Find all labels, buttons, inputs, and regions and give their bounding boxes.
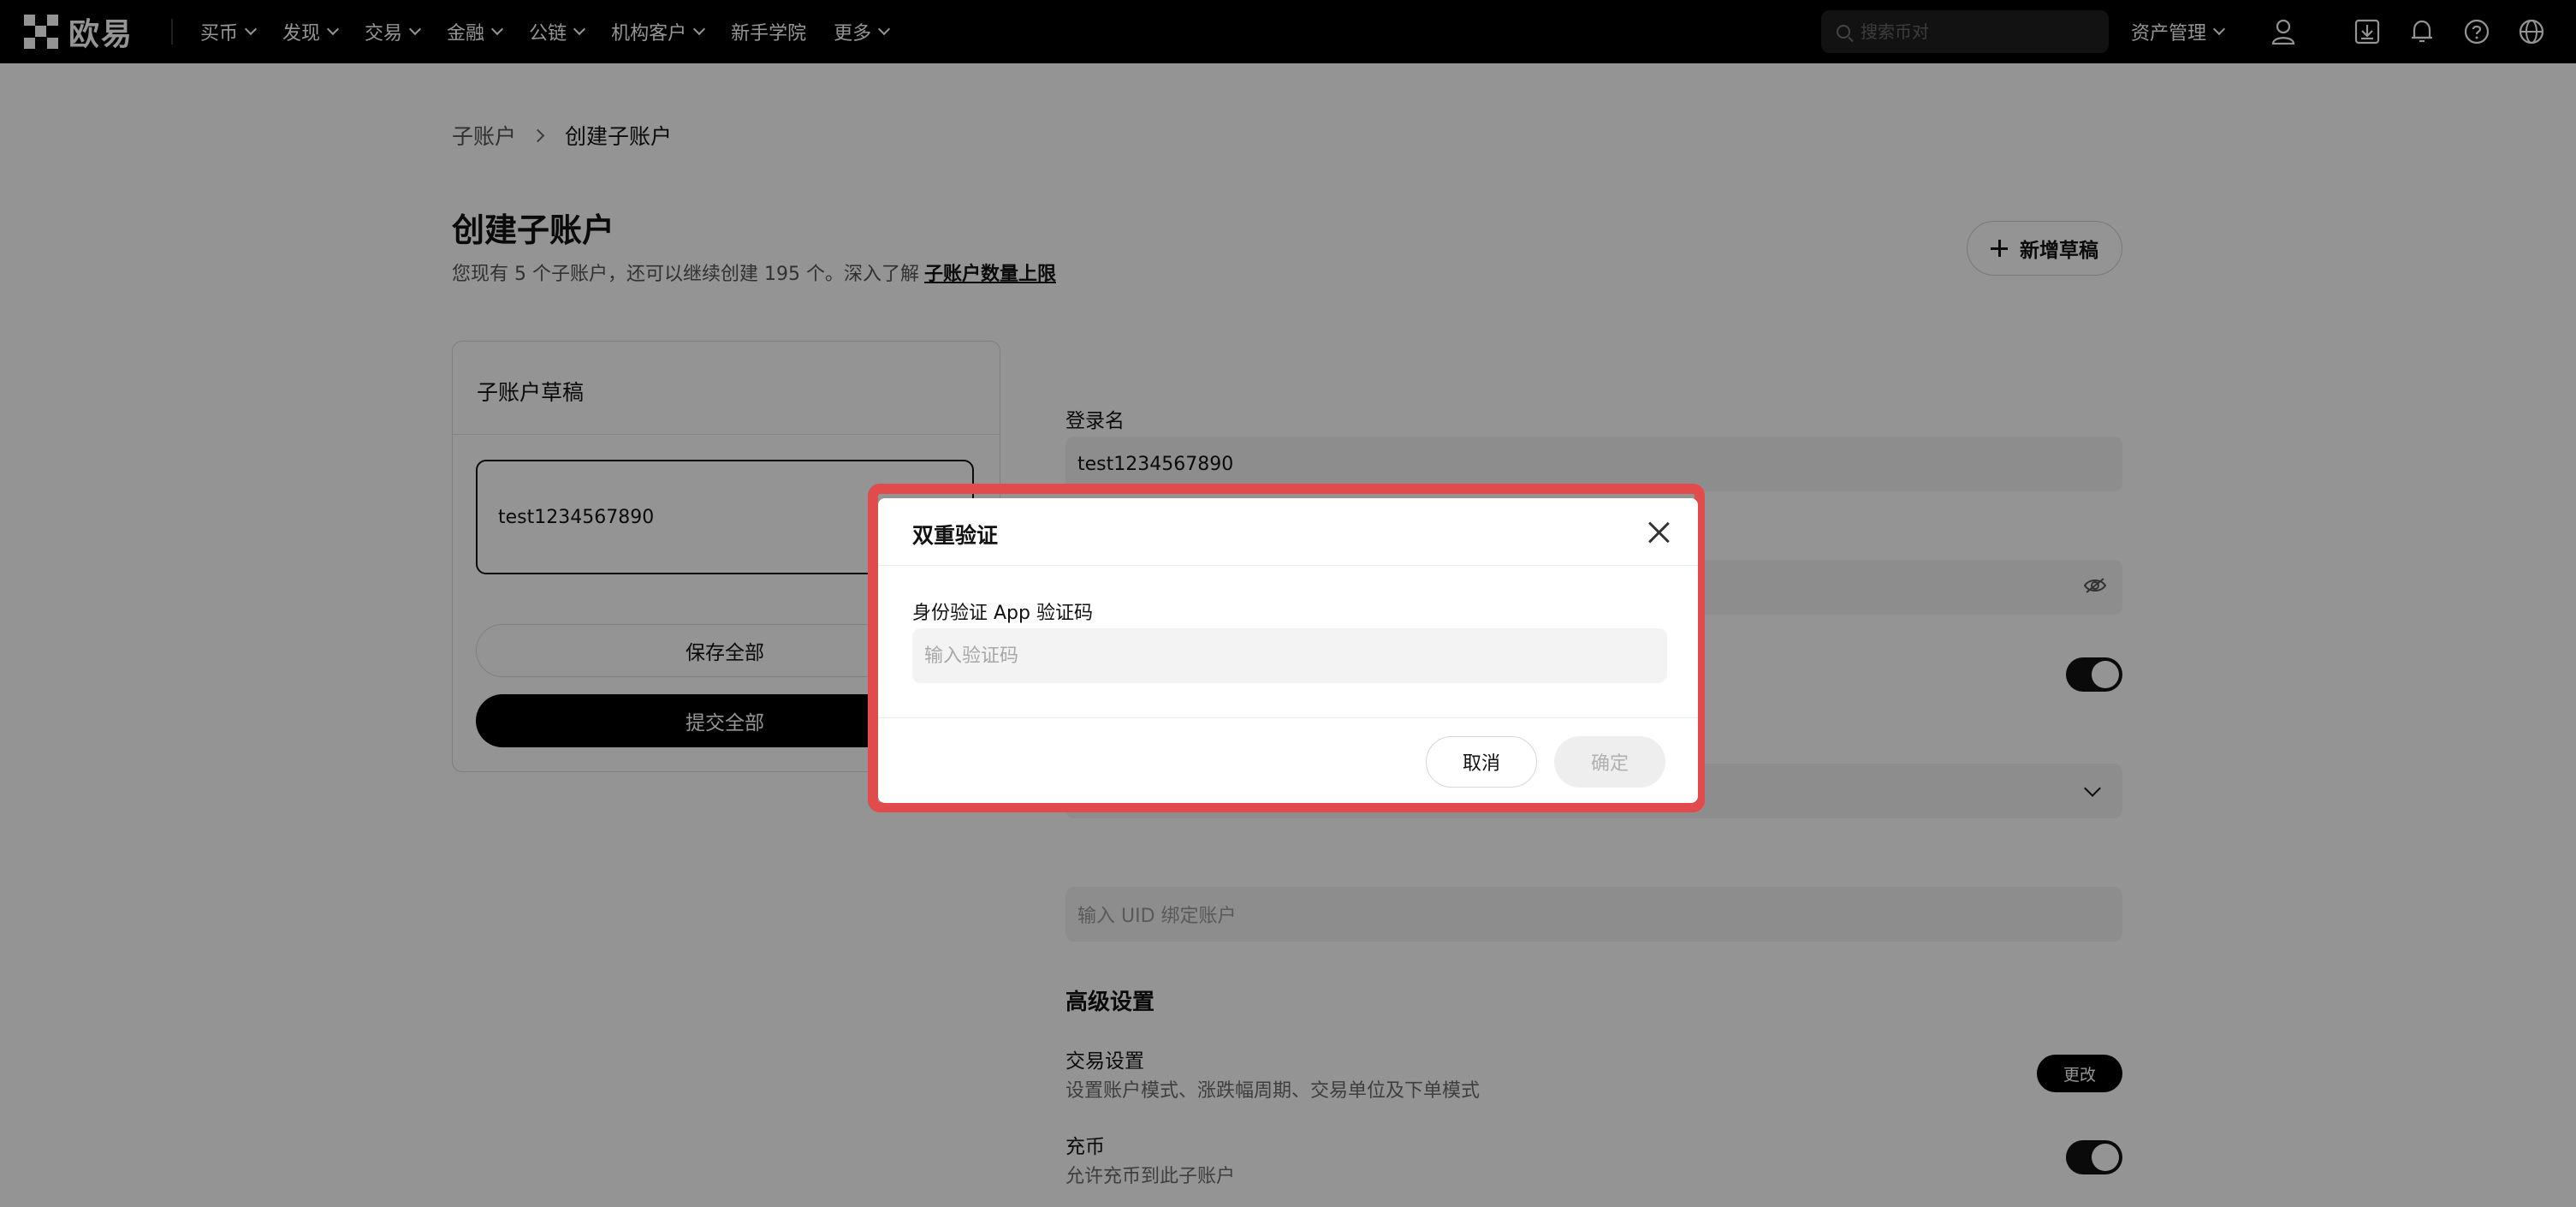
close-icon[interactable] xyxy=(1647,520,1671,544)
auth-code-input[interactable] xyxy=(912,628,1667,683)
cancel-button[interactable]: 取消 xyxy=(1426,736,1537,788)
auth-code-label: 身份验证 App 验证码 xyxy=(912,603,1093,624)
dialog-title: 双重验证 xyxy=(912,523,999,548)
divider xyxy=(878,717,1698,718)
two-factor-dialog: 双重验证 身份验证 App 验证码 取消 确定 xyxy=(878,498,1698,803)
confirm-button[interactable]: 确定 xyxy=(1554,736,1665,788)
divider xyxy=(878,565,1698,566)
